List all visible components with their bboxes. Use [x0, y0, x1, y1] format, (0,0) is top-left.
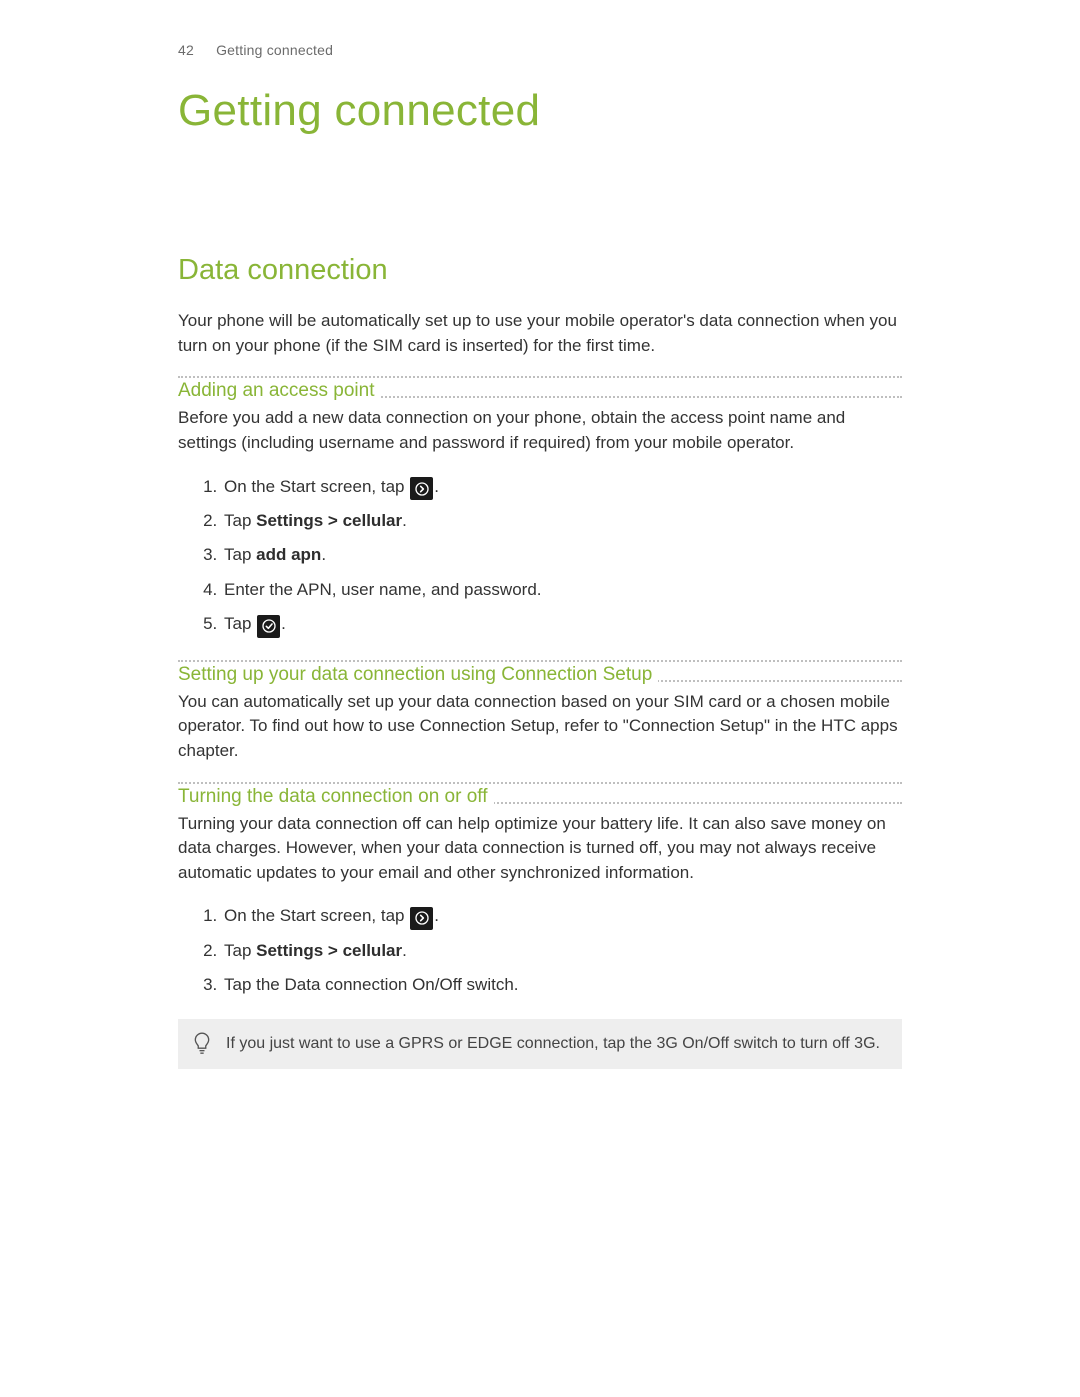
sub-heading-adding-access-point: Adding an access point — [178, 380, 380, 402]
step-text: Tap — [224, 511, 256, 530]
step-bold: Settings > cellular — [256, 941, 402, 960]
step-text: . — [402, 941, 407, 960]
sub3-steps: On the Start screen, tap . Tap Settings … — [178, 899, 902, 1002]
sub1-steps: On the Start screen, tap . Tap Settings … — [178, 470, 902, 642]
list-item: On the Start screen, tap . — [222, 470, 902, 505]
list-item: On the Start screen, tap . — [222, 899, 902, 934]
tip-text: If you just want to use a GPRS or EDGE c… — [226, 1031, 888, 1055]
step-text: Tap — [224, 545, 256, 564]
step-bold: Settings > cellular — [256, 511, 402, 530]
lightbulb-icon — [192, 1031, 226, 1057]
check-circle-icon — [257, 615, 280, 638]
step-text: . — [321, 545, 326, 564]
step-text: Enter the APN, user name, and password. — [224, 580, 542, 599]
step-text: Tap the Data connection On/Off switch. — [224, 975, 519, 994]
list-item: Enter the APN, user name, and password. — [222, 573, 902, 607]
chapter-title: Getting connected — [178, 86, 902, 136]
list-item: Tap . — [222, 607, 902, 642]
step-text: Tap — [224, 614, 256, 633]
step-text: Tap — [224, 941, 256, 960]
list-item: Tap the Data connection On/Off switch. — [222, 968, 902, 1002]
sub3-body: Turning your data connection off can hel… — [178, 812, 902, 886]
tip-callout: If you just want to use a GPRS or EDGE c… — [178, 1019, 902, 1069]
page-number: 42 — [178, 42, 194, 58]
running-title: Getting connected — [216, 42, 333, 58]
step-text: . — [434, 906, 439, 925]
divider — [178, 660, 902, 662]
step-text: . — [402, 511, 407, 530]
section-title: Data connection — [178, 254, 902, 287]
step-text: . — [281, 614, 286, 633]
step-text: On the Start screen, tap — [224, 906, 409, 925]
sub-heading-connection-setup: Setting up your data connection using Co… — [178, 664, 658, 686]
step-text: . — [434, 477, 439, 496]
arrow-right-circle-icon — [410, 907, 433, 930]
list-item: Tap Settings > cellular. — [222, 504, 902, 538]
section-intro: Your phone will be automatically set up … — [178, 309, 902, 358]
list-item: Tap add apn. — [222, 538, 902, 572]
step-text: On the Start screen, tap — [224, 477, 409, 496]
list-item: Tap Settings > cellular. — [222, 934, 902, 968]
sub-heading-on-off: Turning the data connection on or off — [178, 786, 494, 808]
sub2-body: You can automatically set up your data c… — [178, 690, 902, 764]
sub1-intro: Before you add a new data connection on … — [178, 406, 902, 455]
running-header: 42 Getting connected — [178, 42, 902, 58]
arrow-right-circle-icon — [410, 477, 433, 500]
step-bold: add apn — [256, 545, 321, 564]
divider — [178, 782, 902, 784]
divider — [178, 376, 902, 378]
